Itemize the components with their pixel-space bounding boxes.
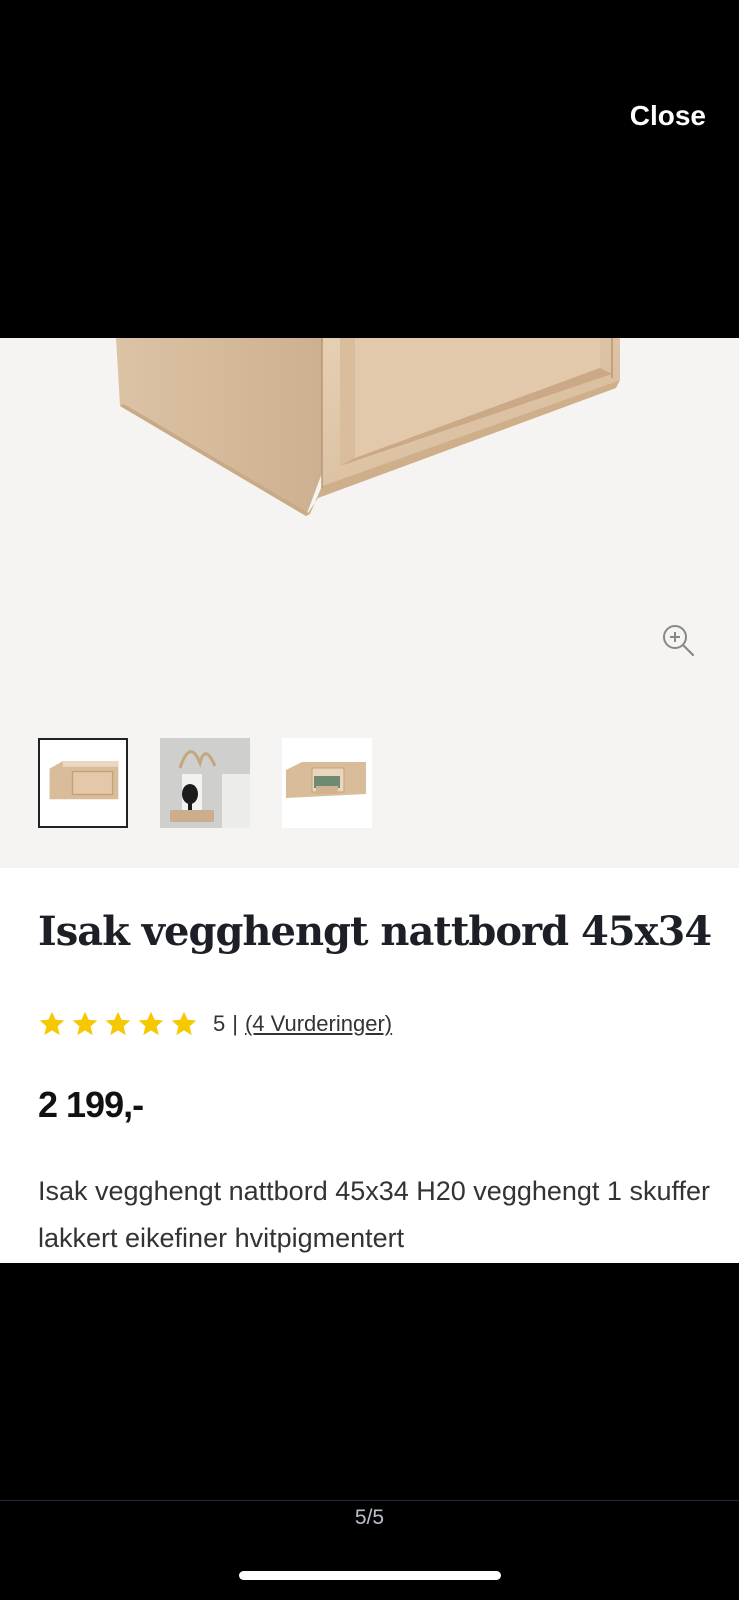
- viewer-top-bar: Close: [0, 0, 739, 338]
- product-image-area[interactable]: [0, 338, 739, 868]
- star-icon: [105, 1011, 131, 1036]
- product-card: Isak vegghengt nattbord 45x34 5 | (4 Vur…: [0, 338, 739, 1263]
- product-description: Isak vegghengt nattbord 45x34 H20 vegghe…: [38, 1176, 710, 1253]
- star-icon: [138, 1011, 164, 1036]
- image-viewer: Close Isak vegghengt nattbord 45x34 5 | …: [0, 0, 739, 1600]
- zoom-in-icon[interactable]: [660, 622, 696, 658]
- thumb-open-drawer[interactable]: [282, 738, 372, 828]
- product-title: Isak vegghengt nattbord 45x34: [38, 908, 712, 955]
- star-icon: [72, 1011, 98, 1036]
- close-button[interactable]: Close: [630, 100, 706, 132]
- page-counter: 5/5: [354, 1506, 385, 1529]
- rating: 5 | (4 Vurderinger): [38, 1010, 392, 1038]
- thumb-room-view[interactable]: [160, 738, 250, 828]
- star-icon: [171, 1011, 197, 1036]
- home-indicator[interactable]: [239, 1571, 501, 1580]
- rating-separator: |: [232, 1011, 238, 1036]
- reviews-link[interactable]: (4 Vurderinger): [245, 1011, 392, 1037]
- rating-score: 5: [213, 1011, 226, 1036]
- thumb-front-view[interactable]: [38, 738, 128, 828]
- product-price: 2 199,-: [38, 1084, 144, 1125]
- star-icon: [39, 1011, 65, 1036]
